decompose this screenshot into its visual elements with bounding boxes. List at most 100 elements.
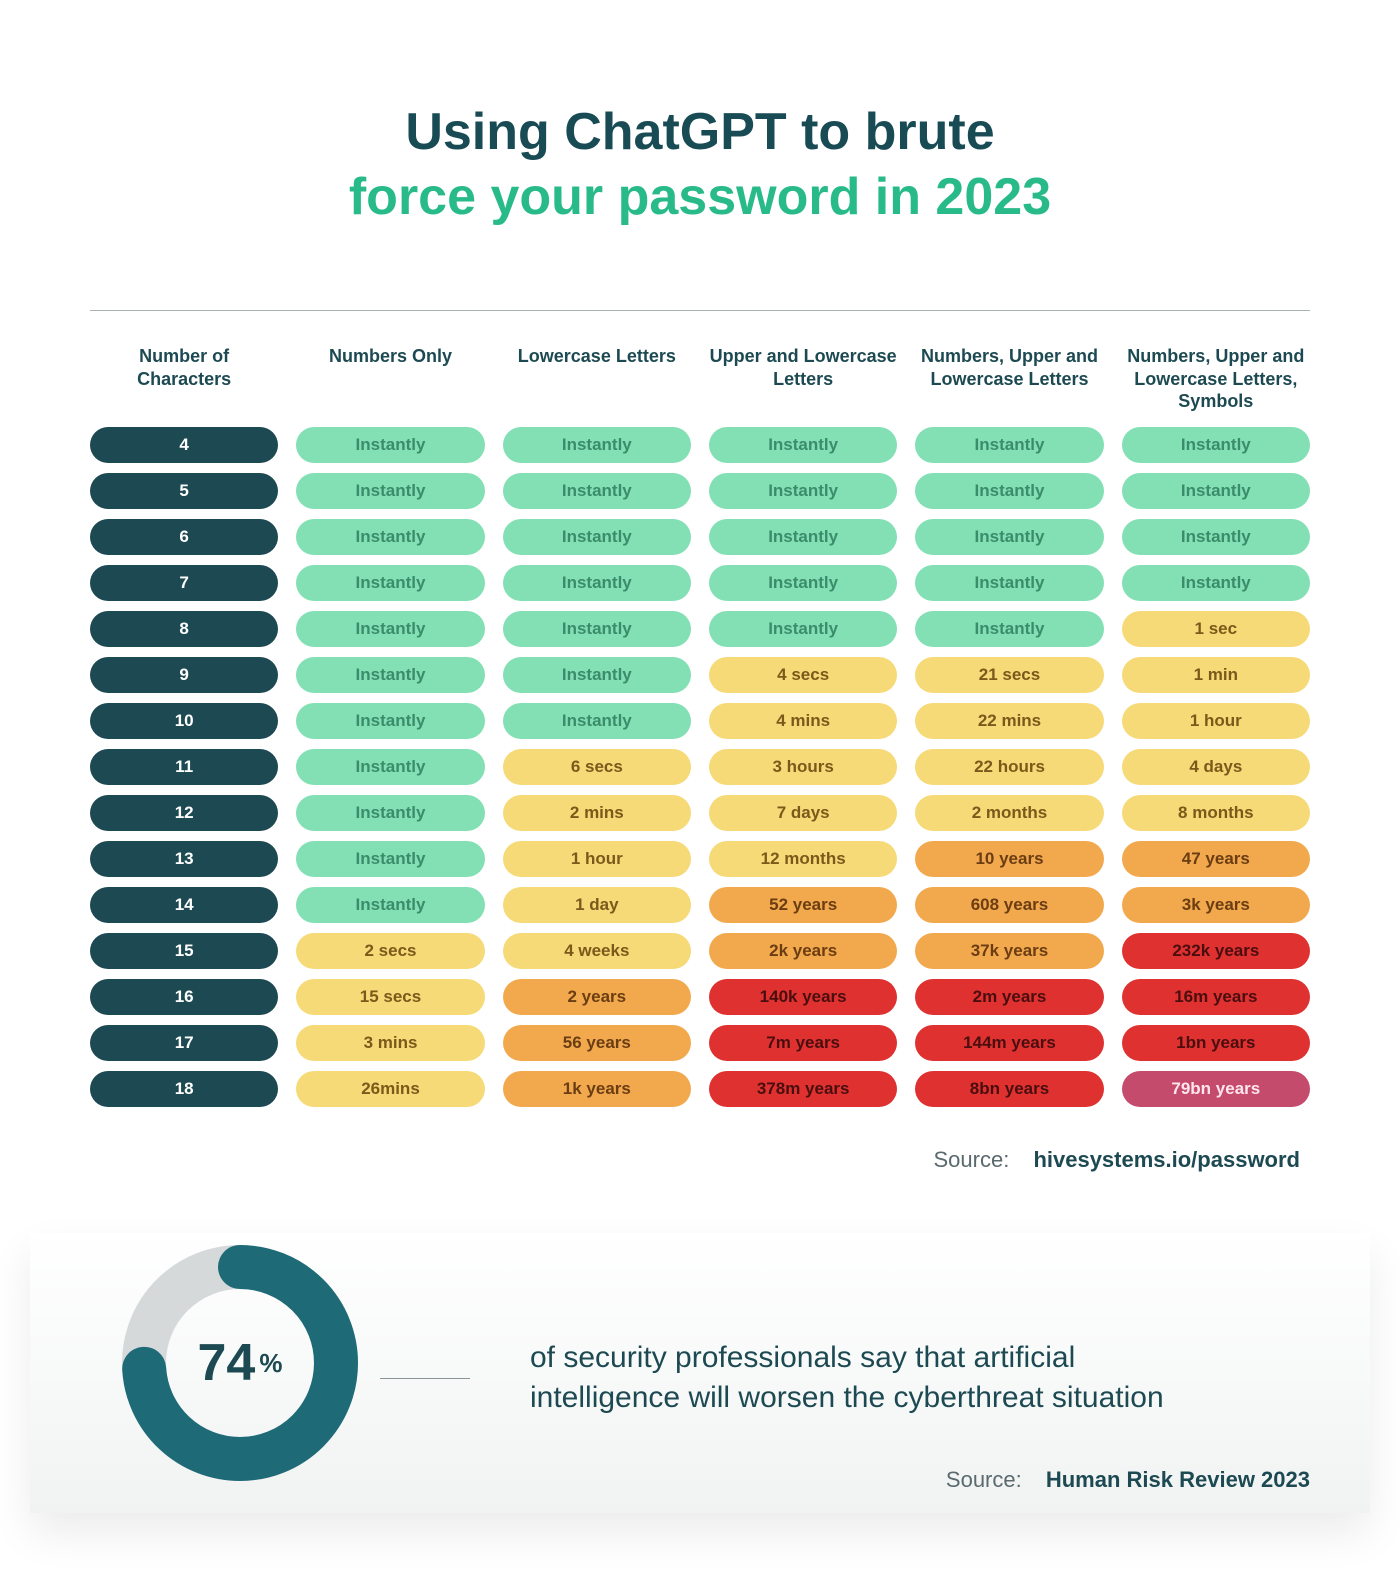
data-cell: Instantly: [1122, 519, 1310, 555]
data-cell: 52 years: [709, 887, 897, 923]
source-value: hivesystems.io/password: [1033, 1147, 1300, 1172]
data-cell: 144m years: [915, 1025, 1103, 1061]
page-title: Using ChatGPT to brute force your passwo…: [60, 100, 1340, 230]
data-cell: 15 secs: [296, 979, 484, 1015]
row-header: 18: [90, 1071, 278, 1107]
data-cell: Instantly: [296, 565, 484, 601]
donut-chart: 74%: [120, 1243, 360, 1483]
data-cell: 2k years: [709, 933, 897, 969]
data-cell: Instantly: [296, 657, 484, 693]
data-cell: 1 min: [1122, 657, 1310, 693]
source-value: Human Risk Review 2023: [1046, 1467, 1310, 1492]
data-cell: 22 mins: [915, 703, 1103, 739]
data-cell: 26mins: [296, 1071, 484, 1107]
data-cell: 2 months: [915, 795, 1103, 831]
title-line-1: Using ChatGPT to brute: [405, 103, 994, 161]
row-header: 13: [90, 841, 278, 877]
data-cell: 3 mins: [296, 1025, 484, 1061]
row-header: 6: [90, 519, 278, 555]
donut-percent-sign: %: [259, 1348, 282, 1379]
stat-card: 74% of security professionals say that a…: [30, 1233, 1370, 1513]
data-cell: Instantly: [296, 427, 484, 463]
row-header: 8: [90, 611, 278, 647]
data-cell: Instantly: [503, 611, 691, 647]
data-cell: 8 months: [1122, 795, 1310, 831]
data-cell: 4 mins: [709, 703, 897, 739]
password-crack-table: Number of CharactersNumbers OnlyLowercas…: [60, 341, 1340, 1107]
row-header: 11: [90, 749, 278, 785]
column-header: Numbers, Upper and Lowercase Letters: [915, 341, 1103, 417]
data-cell: 12 months: [709, 841, 897, 877]
data-cell: Instantly: [296, 611, 484, 647]
data-cell: 232k years: [1122, 933, 1310, 969]
data-cell: 4 secs: [709, 657, 897, 693]
data-cell: Instantly: [1122, 565, 1310, 601]
data-cell: 79bn years: [1122, 1071, 1310, 1107]
data-cell: Instantly: [1122, 427, 1310, 463]
data-cell: Instantly: [296, 795, 484, 831]
row-header: 10: [90, 703, 278, 739]
donut-percent: 74: [198, 1333, 256, 1393]
data-cell: Instantly: [915, 565, 1103, 601]
row-header: 14: [90, 887, 278, 923]
data-cell: 2 mins: [503, 795, 691, 831]
data-cell: Instantly: [503, 657, 691, 693]
data-cell: Instantly: [296, 749, 484, 785]
data-cell: Instantly: [503, 427, 691, 463]
stat-source: Source: Human Risk Review 2023: [946, 1467, 1310, 1493]
row-header: 7: [90, 565, 278, 601]
data-cell: 21 secs: [915, 657, 1103, 693]
data-cell: Instantly: [915, 473, 1103, 509]
source-label: Source:: [933, 1147, 1009, 1172]
data-cell: 1bn years: [1122, 1025, 1310, 1061]
data-cell: 1 sec: [1122, 611, 1310, 647]
row-header: 5: [90, 473, 278, 509]
data-cell: Instantly: [709, 427, 897, 463]
column-header: Numbers, Upper and Lowercase Letters, Sy…: [1122, 341, 1310, 417]
data-cell: Instantly: [709, 611, 897, 647]
row-header: 15: [90, 933, 278, 969]
data-cell: Instantly: [296, 473, 484, 509]
row-header: 16: [90, 979, 278, 1015]
data-cell: 3 hours: [709, 749, 897, 785]
data-cell: 1 hour: [1122, 703, 1310, 739]
data-cell: 7 days: [709, 795, 897, 831]
data-cell: Instantly: [915, 427, 1103, 463]
data-cell: 2 secs: [296, 933, 484, 969]
data-cell: 3k years: [1122, 887, 1310, 923]
title-line-2: force your password in 2023: [349, 168, 1051, 226]
data-cell: Instantly: [709, 473, 897, 509]
data-cell: 22 hours: [915, 749, 1103, 785]
data-cell: 8bn years: [915, 1071, 1103, 1107]
data-cell: Instantly: [296, 887, 484, 923]
row-header: 9: [90, 657, 278, 693]
data-cell: 4 weeks: [503, 933, 691, 969]
table-source: Source: hivesystems.io/password: [60, 1137, 1340, 1233]
column-header: Lowercase Letters: [503, 341, 691, 417]
data-cell: 378m years: [709, 1071, 897, 1107]
row-header: 4: [90, 427, 278, 463]
row-header: 12: [90, 795, 278, 831]
data-cell: Instantly: [296, 519, 484, 555]
data-cell: Instantly: [503, 473, 691, 509]
data-cell: Instantly: [709, 519, 897, 555]
column-header: Numbers Only: [296, 341, 484, 417]
data-cell: 2 years: [503, 979, 691, 1015]
data-cell: 140k years: [709, 979, 897, 1015]
data-cell: 10 years: [915, 841, 1103, 877]
data-cell: Instantly: [296, 841, 484, 877]
row-header: 17: [90, 1025, 278, 1061]
data-cell: 2m years: [915, 979, 1103, 1015]
data-cell: 4 days: [1122, 749, 1310, 785]
data-cell: 47 years: [1122, 841, 1310, 877]
data-cell: Instantly: [503, 519, 691, 555]
column-header: Number of Characters: [90, 341, 278, 417]
column-header: Upper and Lowercase Letters: [709, 341, 897, 417]
data-cell: 16m years: [1122, 979, 1310, 1015]
data-cell: Instantly: [296, 703, 484, 739]
data-cell: 1k years: [503, 1071, 691, 1107]
source-label: Source:: [946, 1467, 1022, 1492]
stat-text: of security professionals say that artif…: [530, 1338, 1170, 1419]
divider: [90, 310, 1310, 311]
data-cell: 6 secs: [503, 749, 691, 785]
